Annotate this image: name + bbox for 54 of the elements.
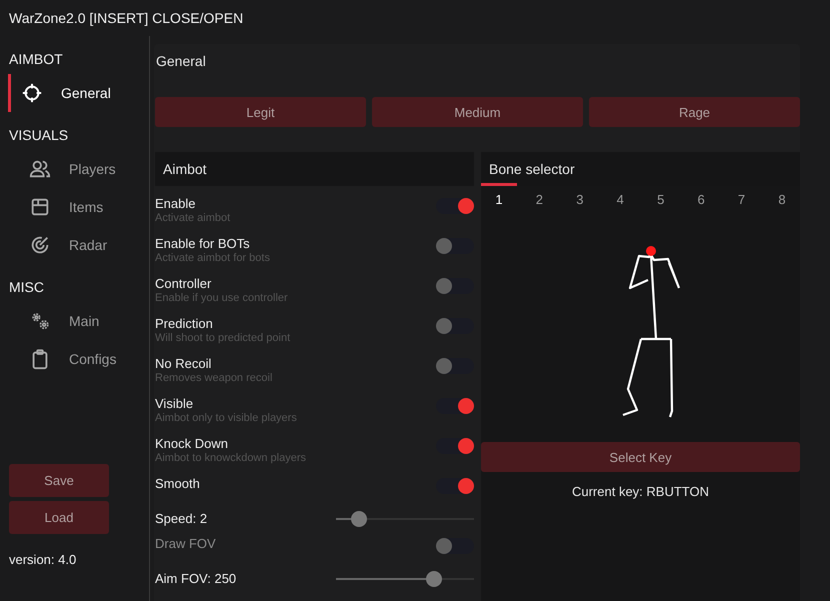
select-key-button[interactable]: Select Key (481, 442, 800, 472)
section-title: Aimbot (163, 161, 207, 177)
users-icon (29, 158, 51, 180)
toggle-switch[interactable] (436, 318, 474, 334)
section-heading: MISC (8, 278, 45, 297)
sidebar-item[interactable]: Configs (8, 340, 149, 378)
bone-tab[interactable]: 2 (521, 183, 558, 207)
bone-tab[interactable]: 5 (642, 183, 679, 207)
setting-label: Visible (155, 396, 194, 411)
bone-tab[interactable]: 6 (683, 183, 720, 207)
save-button[interactable]: Save (9, 464, 109, 497)
toggle-switch[interactable] (436, 198, 474, 214)
bone-tab[interactable]: 4 (602, 183, 638, 207)
setting-label: Smooth (155, 476, 200, 491)
setting-label: Controller (155, 276, 212, 291)
bone-tab[interactable]: 1 (481, 183, 517, 207)
preset-button[interactable]: Legit (155, 97, 366, 127)
preset-button[interactable]: Medium (372, 97, 583, 127)
sidebar-item[interactable]: Players (8, 150, 149, 188)
toggle-switch[interactable] (436, 438, 474, 454)
setting-label: Prediction (155, 316, 214, 331)
sidebar-item[interactable]: General (8, 74, 149, 112)
bone-tab[interactable]: 7 (724, 183, 760, 207)
toggle-switch[interactable] (436, 358, 474, 374)
page-title: General (155, 52, 207, 71)
toggle-switch[interactable] (436, 478, 474, 494)
setting-label: No Recoil (155, 356, 212, 371)
toggle-switch[interactable] (436, 238, 474, 254)
section-heading: VISUALS (8, 126, 70, 145)
box-icon (29, 196, 51, 218)
load-button[interactable]: Load (9, 501, 109, 534)
section-heading: AIMBOT (8, 50, 64, 69)
section-title: Bone selector (489, 161, 575, 177)
sidebar-item[interactable]: Radar (8, 226, 149, 264)
crosshair-icon (21, 82, 43, 104)
slider[interactable] (336, 510, 474, 526)
toggle-switch[interactable] (436, 398, 474, 414)
slider-label: Speed: 2 (155, 511, 208, 526)
slider-label: Aim FOV: 250 (155, 571, 236, 586)
bone-tab[interactable]: 3 (562, 183, 598, 207)
toggle-switch[interactable] (436, 278, 474, 294)
sidebar-item[interactable]: Main (8, 302, 149, 340)
preset-button[interactable]: Rage (589, 97, 800, 127)
setting-label: Enable for BOTs (155, 236, 251, 251)
current-key-label: Current key: RBUTTON (570, 483, 710, 499)
window-title: WarZone2.0 [INSERT] CLOSE/OPEN (9, 10, 244, 26)
bone-tab[interactable]: 8 (764, 183, 800, 207)
setting-label: Enable (155, 196, 196, 211)
sidebar-item[interactable]: Items (8, 188, 149, 226)
version-label: version: 4.0 (9, 551, 78, 567)
radar-icon (29, 234, 51, 256)
slider[interactable] (336, 570, 474, 586)
setting-label: Draw FOV (155, 536, 216, 551)
setting-label: Knock Down (155, 436, 229, 451)
